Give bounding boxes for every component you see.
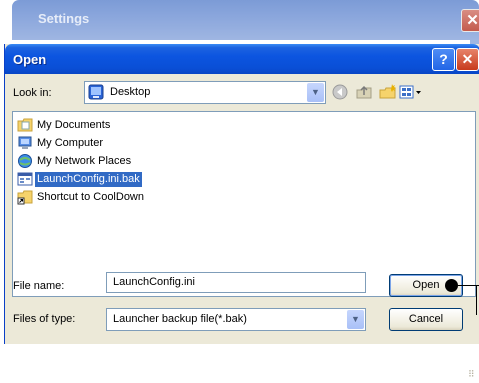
desktop-icon (88, 84, 104, 100)
cancel-button[interactable]: Cancel (389, 308, 463, 331)
list-item[interactable]: My Network Places (17, 153, 133, 169)
file-name-input[interactable]: LaunchConfig.ini (106, 272, 366, 293)
file-name-field-label: File name: (13, 280, 65, 292)
chevron-down-icon[interactable]: ▼ (307, 83, 324, 102)
my-documents-icon (17, 118, 33, 132)
file-name-label: My Documents (37, 118, 111, 131)
annotation-marker-dot (445, 279, 458, 292)
open-dialog: Open ? ✕ Look in: Desktop ▼ My Documents… (4, 44, 479, 379)
list-item[interactable]: LaunchConfig.ini.bak (17, 171, 142, 187)
close-button[interactable]: ✕ (456, 48, 479, 71)
list-item[interactable]: My Computer (17, 135, 105, 151)
config-file-icon (17, 172, 33, 186)
file-name-input-value: LaunchConfig.ini (113, 276, 195, 288)
up-folder-icon[interactable] (355, 83, 373, 101)
back-icon[interactable] (331, 83, 349, 101)
settings-title-bar[interactable]: Settings ✕ (12, 0, 479, 40)
new-folder-icon[interactable] (379, 83, 397, 101)
file-type-value: Launcher backup file(*.bak) (113, 313, 247, 325)
file-name-label: My Network Places (37, 154, 132, 167)
resize-grip[interactable]: ⠿ (468, 370, 479, 383)
file-type-label: Files of type: (13, 313, 76, 325)
help-button[interactable]: ? (432, 48, 455, 71)
list-item[interactable]: Shortcut to CoolDown (17, 189, 146, 205)
look-in-value: Desktop (110, 86, 151, 98)
look-in-label: Look in: (13, 87, 52, 99)
file-list[interactable]: My Documents My Computer My Network Plac… (12, 111, 476, 297)
my-computer-icon (18, 136, 32, 149)
dialog-title: Open (13, 52, 47, 67)
file-name-label: Shortcut to CoolDown (37, 190, 144, 203)
annotation-marker-line (476, 285, 477, 315)
shortcut-folder-icon (17, 190, 33, 205)
file-name-label: LaunchConfig.ini.bak (35, 171, 142, 187)
settings-window-title: Settings (38, 11, 90, 26)
look-in-dropdown[interactable]: Desktop ▼ (84, 81, 326, 104)
file-name-label: My Computer (37, 136, 104, 149)
dialog-title-bar[interactable]: Open ? ✕ (5, 44, 479, 74)
file-type-dropdown[interactable]: Launcher backup file(*.bak) ▼ (106, 308, 366, 331)
chevron-down-icon[interactable]: ▼ (347, 310, 364, 329)
list-item[interactable]: My Documents (17, 117, 112, 133)
views-menu-icon[interactable] (399, 83, 423, 101)
network-places-icon (18, 154, 32, 168)
settings-close-button[interactable]: ✕ (461, 9, 479, 32)
